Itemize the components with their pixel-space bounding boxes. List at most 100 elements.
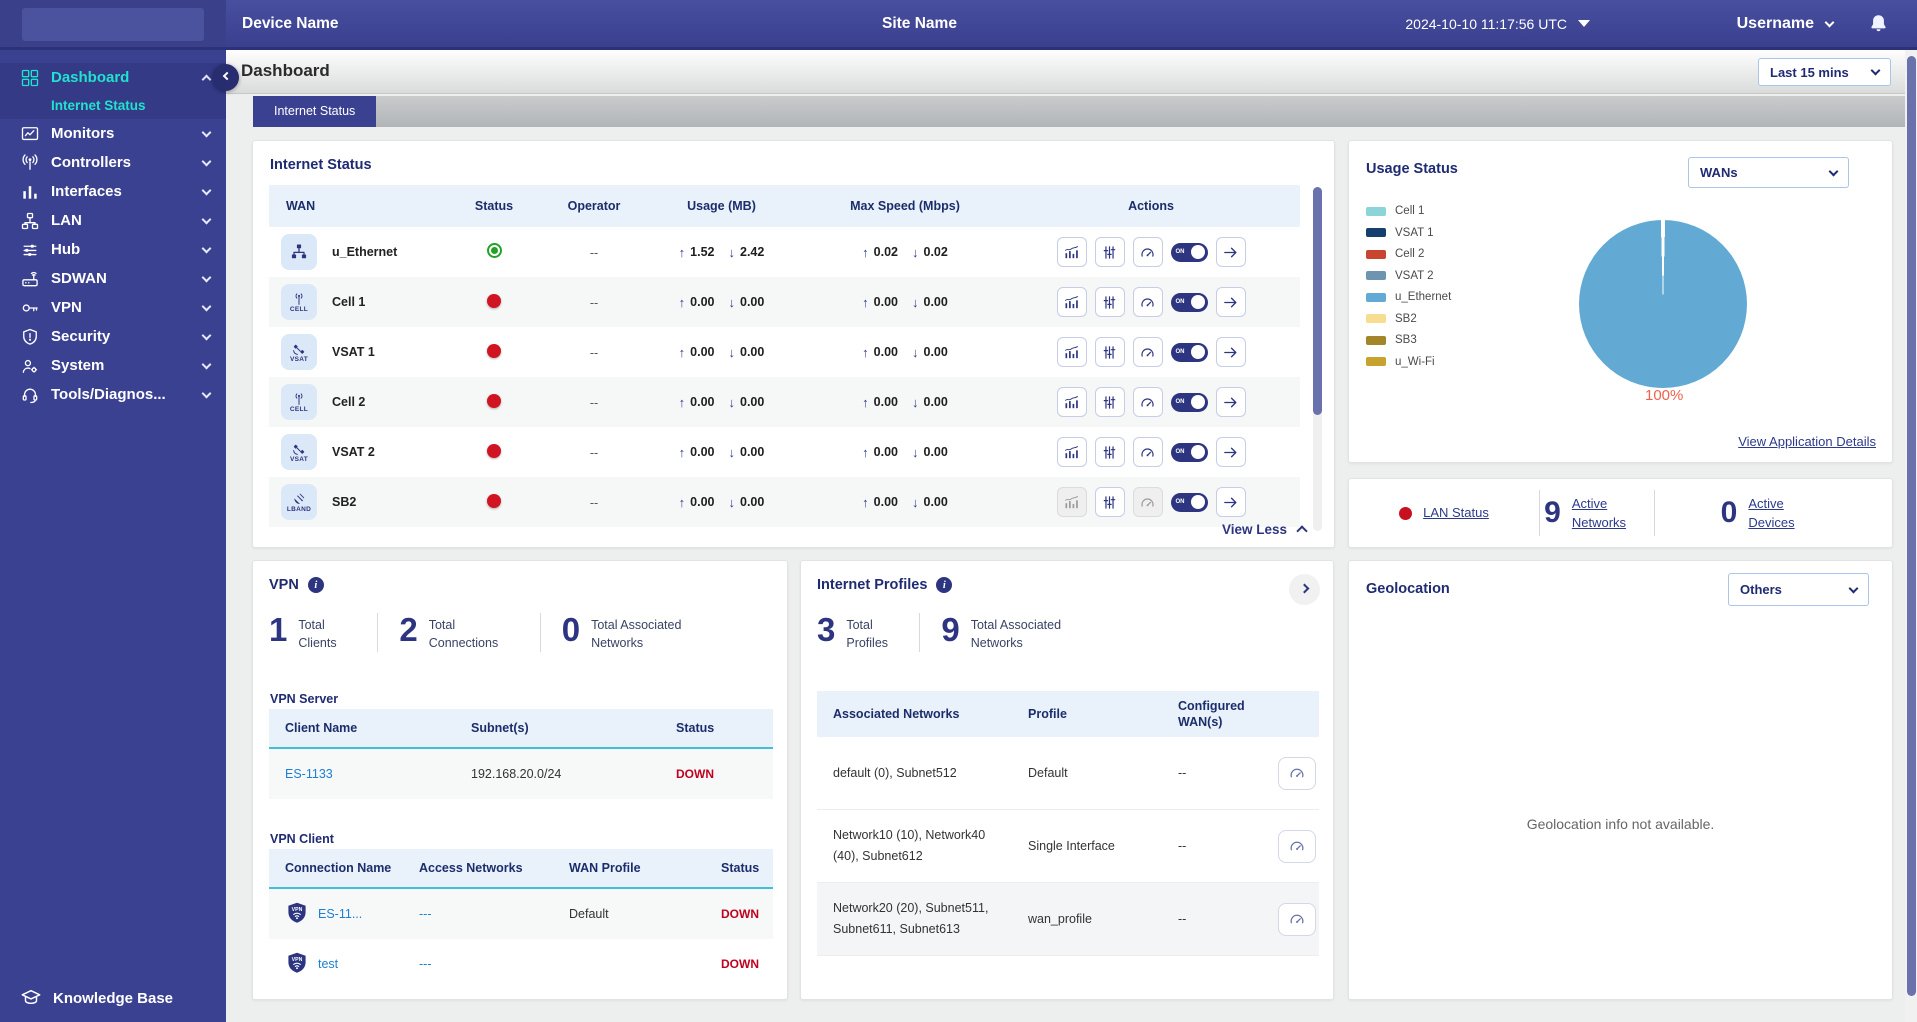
info-icon[interactable]: i [307,577,324,593]
info-icon[interactable]: i [936,577,953,593]
usage-up-value: 1.52 [690,245,715,259]
hub-icon [20,240,40,260]
operator-value: -- [589,495,599,510]
go-to-wan-button[interactable] [1215,337,1246,367]
profile-link[interactable]: Default [1012,755,1162,792]
configure-button[interactable] [1094,237,1125,267]
chart-button[interactable] [1056,337,1087,367]
stat-link[interactable]: LAN Status [1423,503,1489,523]
tab-internet-status[interactable]: Internet Status [253,96,377,127]
geolocation-filter-dropdown[interactable]: Others [1728,573,1869,606]
wan-enable-toggle[interactable]: ON [1170,392,1208,412]
wan-enable-toggle[interactable]: ON [1170,292,1208,312]
legend-item: SB2 [1366,313,1451,325]
next-page-button[interactable] [1289,574,1320,605]
sidebar-item-interfaces[interactable]: Interfaces [0,177,226,206]
wan-enable-toggle[interactable]: ON [1170,442,1208,462]
configure-button[interactable] [1094,487,1125,517]
sidebar-collapse-button[interactable] [212,64,239,91]
wan-enable-toggle[interactable]: ON [1170,342,1208,362]
profile-link[interactable]: Single Interface [1012,828,1162,865]
speed-test-button[interactable] [1278,829,1316,863]
site-name: Site Name [882,14,957,32]
speed-test-button[interactable] [1132,287,1163,317]
go-to-wan-button[interactable] [1215,487,1246,517]
sidebar-item-controllers[interactable]: Controllers [0,148,226,177]
vpn-client-name-link[interactable]: ES-1133 [269,767,455,781]
go-to-wan-button[interactable] [1215,437,1246,467]
access-networks-value[interactable]: --- [403,907,553,921]
wan-enable-toggle[interactable]: ON [1170,242,1208,262]
speed-test-button[interactable] [1132,337,1163,367]
sidebar-item-vpn[interactable]: VPN [0,293,226,322]
stat-value: 0 [561,611,581,648]
column-header: Profile [1028,706,1067,721]
view-application-details-link[interactable]: View Application Details [1738,434,1876,449]
chart-button [1056,487,1087,517]
internet-status-title: Internet Status [270,157,372,173]
speed-test-button[interactable] [1278,902,1316,936]
sidebar-item-sdwan[interactable]: SDWAN [0,264,226,293]
table-row-vsat-2: VSAT VSAT 2 -- ↑ 0.00 ↓ 0.00 ↑ 0.00 ↓ 0.00 ON [269,427,1300,477]
stat-link[interactable]: Active Devices [1748,494,1826,533]
chart-button[interactable] [1056,237,1087,267]
datetime-dropdown[interactable]: 2024-10-10 11:17:56 UTC [1405,0,1590,47]
table-scrollbar[interactable] [1313,187,1322,531]
download-arrow-icon: ↓ [912,494,919,510]
status-down-icon [487,343,501,358]
configure-button[interactable] [1094,337,1125,367]
user-menu[interactable]: Username [1737,0,1835,47]
upload-arrow-icon: ↑ [862,444,869,460]
go-to-wan-button[interactable] [1215,387,1246,417]
scrollbar-thumb[interactable] [1313,187,1322,415]
sidebar-item-dashboard[interactable]: Dashboard [0,63,226,92]
notifications-bell-icon[interactable] [1868,13,1889,34]
toggle-knob [1191,495,1205,509]
sidebar-item-knowledge-base[interactable]: Knowledge Base [0,974,226,1022]
pie-legend: Cell 1 VSAT 1 Cell 2 VSAT 2 u_Ethernet SB2 SB3… [1366,205,1451,368]
upload-arrow-icon: ↑ [862,394,869,410]
stat-link[interactable]: Active Networks [1572,494,1650,533]
speed-test-button[interactable] [1132,437,1163,467]
page-scrollbar[interactable] [1905,50,1917,1022]
column-header: Access Networks [419,861,523,875]
configure-button[interactable] [1094,387,1125,417]
speed-test-button[interactable] [1132,387,1163,417]
chart-button[interactable] [1056,287,1087,317]
speed-test-button[interactable] [1278,756,1316,790]
configure-button[interactable] [1094,437,1125,467]
profile-link[interactable]: wan_profile [1012,901,1162,938]
usage-filter-dropdown[interactable]: WANs [1688,157,1849,188]
sidebar-item-security[interactable]: Security [0,322,226,351]
sidebar-item-label: Security [51,328,111,345]
chevron-down-icon [201,127,212,137]
time-range-dropdown[interactable]: Last 15 mins [1758,58,1891,86]
speed-test-button[interactable] [1132,237,1163,267]
go-to-wan-button[interactable] [1215,287,1246,317]
upload-arrow-icon: ↑ [678,444,686,460]
usage-down-value: 2.42 [740,245,765,259]
vpn-key-icon [20,298,40,318]
legend-label: VSAT 2 [1395,269,1434,282]
connection-name-link[interactable]: test [318,957,338,971]
connection-name-link[interactable]: ES-11... [318,907,362,921]
sidebar-item-lan[interactable]: LAN [0,206,226,235]
view-less-link[interactable]: View Less [1222,522,1308,537]
access-networks-value[interactable]: --- [403,957,553,971]
scrollbar-thumb[interactable] [1906,56,1916,996]
chart-button[interactable] [1056,437,1087,467]
controllers-icon [20,153,40,173]
go-to-wan-button[interactable] [1215,237,1246,267]
chart-button[interactable] [1056,387,1087,417]
sidebar-item-hub[interactable]: Hub [0,235,226,264]
usage-up-value: 0.00 [690,495,715,509]
table-header-row: Associated Networks Profile Configured WAN… [817,691,1319,737]
toggle-knob [1191,245,1205,259]
pie-percentage-label: 100% [1645,387,1684,404]
sidebar-item-monitors[interactable]: Monitors [0,119,226,148]
wan-enable-toggle[interactable]: ON [1170,492,1208,512]
sidebar-item-tools-diagnos[interactable]: Tools/Diagnos... [0,380,226,409]
sidebar-item-system[interactable]: System [0,351,226,380]
configure-button[interactable] [1094,287,1125,317]
sidebar-subitem-internet-status[interactable]: Internet Status [0,92,226,119]
